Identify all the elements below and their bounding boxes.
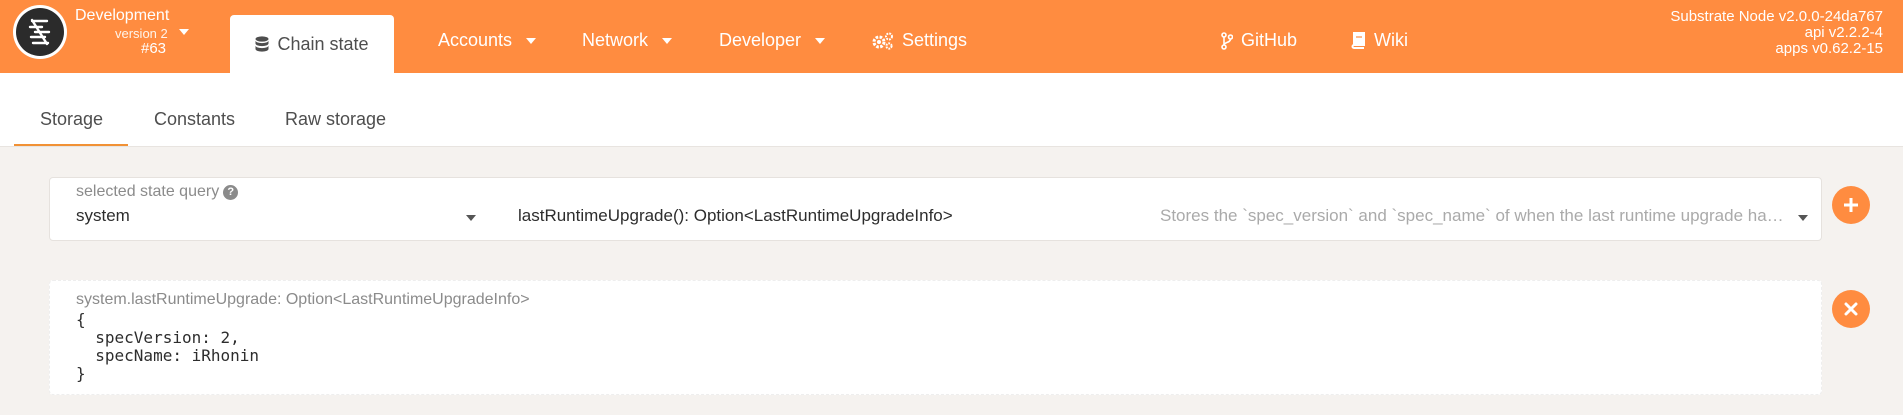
method-value: lastRuntimeUpgrade(): Option<LastRuntime…	[518, 206, 953, 225]
tab-accounts-label: Accounts	[438, 30, 513, 50]
add-query-button[interactable]	[1832, 186, 1870, 224]
gears-icon	[872, 32, 893, 50]
chain-logo[interactable]	[13, 5, 67, 59]
github-link-label: GitHub	[1241, 30, 1298, 50]
tab-settings-label: Settings	[902, 30, 968, 50]
tab-chain-state-label: Chain state	[277, 33, 369, 54]
api-version: api v2.2.2-4	[1804, 24, 1883, 41]
tab-developer[interactable]: Developer	[719, 30, 826, 51]
subtab-bar: Storage Constants Raw storage	[0, 73, 1903, 147]
github-link[interactable]: GitHub	[1221, 30, 1297, 51]
chevron-down-icon	[179, 29, 189, 35]
help-icon[interactable]: ?	[223, 184, 239, 200]
remove-result-button[interactable]	[1832, 290, 1870, 328]
result-label: system.lastRuntimeUpgrade: Option<LastRu…	[76, 291, 530, 308]
chevron-down-icon	[466, 215, 476, 221]
tab-network-label: Network	[582, 30, 649, 50]
book-icon	[1351, 32, 1365, 49]
result-value: { specVersion: 2, specName: iRhonin }	[76, 310, 260, 383]
tab-chain-state[interactable]: Chain state	[230, 15, 394, 73]
query-result-card: system.lastRuntimeUpgrade: Option<LastRu…	[49, 280, 1822, 395]
tab-developer-label: Developer	[719, 30, 802, 50]
apps-version: apps v0.62.2-15	[1775, 40, 1883, 57]
query-label: selected state query	[76, 183, 220, 200]
section-value: system	[76, 206, 130, 225]
query-label-row: selected state query ?	[76, 183, 239, 201]
tab-constants[interactable]: Constants	[154, 109, 235, 130]
state-query-card: selected state query ? system lastRuntim…	[49, 177, 1822, 241]
chevron-down-icon	[526, 37, 537, 44]
best-block-number: #63	[141, 40, 167, 57]
substrate-logo-icon	[28, 18, 51, 46]
method-description: Stores the `spec_version` and `spec_name…	[1160, 206, 1785, 225]
plus-icon	[1844, 198, 1858, 212]
tab-settings[interactable]: Settings	[871, 30, 967, 51]
tab-storage[interactable]: Storage	[40, 109, 103, 130]
chain-name: Development	[75, 7, 170, 24]
node-version: Substrate Node v2.0.0-24da767	[1670, 8, 1883, 25]
version-info: Substrate Node v2.0.0-24da767 api v2.2.2…	[1670, 9, 1883, 57]
close-icon	[1844, 302, 1858, 316]
active-tab-indicator	[14, 144, 128, 146]
chevron-down-icon	[662, 37, 673, 44]
code-branch-icon	[1221, 31, 1233, 50]
wiki-link[interactable]: Wiki	[1351, 30, 1408, 51]
top-navbar: Development version 2 #63 Chain state Ac…	[0, 0, 1903, 73]
chain-version: version 2	[115, 26, 168, 41]
tab-raw-storage[interactable]: Raw storage	[285, 109, 386, 130]
chevron-down-icon	[815, 37, 826, 44]
wiki-link-label: Wiki	[1374, 30, 1408, 50]
chain-selector[interactable]: Development version 2 #63	[75, 7, 189, 57]
database-icon	[255, 35, 269, 52]
tab-network[interactable]: Network	[582, 30, 673, 51]
chevron-down-icon	[1798, 215, 1808, 221]
tab-accounts[interactable]: Accounts	[438, 30, 537, 51]
